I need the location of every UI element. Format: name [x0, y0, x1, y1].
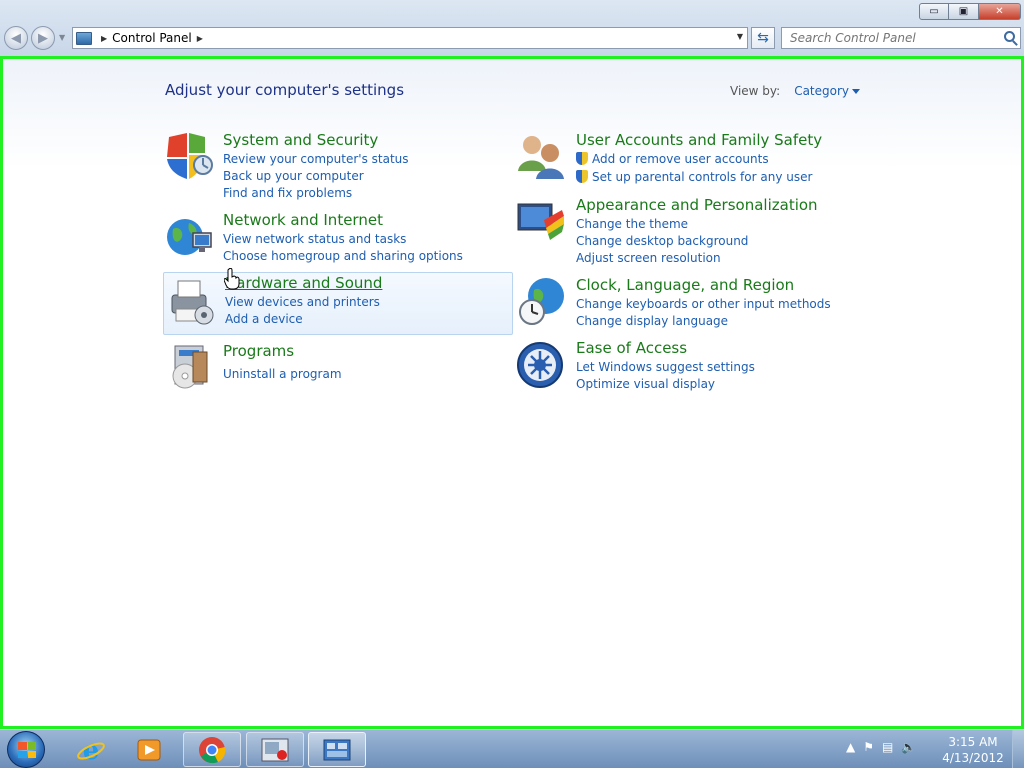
- forward-arrow-icon: ▶: [38, 30, 48, 46]
- clock-language-link[interactable]: Clock, Language, and Region: [576, 276, 794, 294]
- internet-explorer-icon: e: [77, 736, 105, 765]
- category-system-security: System and Security Review your computer…: [163, 131, 513, 201]
- back-arrow-icon: ◀: [11, 30, 21, 46]
- network-globe-icon[interactable]: [163, 211, 213, 261]
- optimize-display-link[interactable]: Optimize visual display: [576, 376, 755, 393]
- category-programs: Programs Uninstall a program: [163, 342, 513, 392]
- taskbar-internet-explorer[interactable]: e: [62, 732, 120, 767]
- chrome-icon: [199, 736, 226, 763]
- chevron-down-icon[interactable]: [852, 89, 861, 94]
- recent-pages-dropdown[interactable]: ▼: [59, 33, 65, 42]
- clock-time: 3:15 AM: [948, 735, 998, 749]
- recorder-icon: [261, 738, 289, 761]
- start-button[interactable]: [7, 731, 45, 768]
- user-accounts-link[interactable]: User Accounts and Family Safety: [576, 131, 822, 149]
- ease-of-access-link[interactable]: Ease of Access: [576, 339, 687, 357]
- appearance-link[interactable]: Appearance and Personalization: [576, 196, 818, 214]
- hand-cursor-icon: [224, 268, 240, 290]
- search-icon[interactable]: [1004, 31, 1015, 42]
- view-by-label: View by:: [730, 84, 781, 98]
- maximize-button[interactable]: ▣: [949, 3, 979, 20]
- screen-resolution-link[interactable]: Adjust screen resolution: [576, 250, 748, 267]
- system-security-link[interactable]: System and Security: [223, 131, 378, 149]
- svg-text:e: e: [83, 736, 100, 765]
- monitor-paint-icon[interactable]: [516, 196, 566, 246]
- clock-globe-icon[interactable]: [516, 276, 566, 326]
- users-icon[interactable]: [516, 131, 566, 181]
- refresh-icon: ⇆: [757, 30, 769, 46]
- refresh-button[interactable]: ⇆: [751, 27, 775, 49]
- programs-link[interactable]: Programs: [223, 342, 294, 360]
- parental-controls-link[interactable]: Set up parental controls for any user: [576, 169, 812, 186]
- close-button[interactable]: ✕: [979, 3, 1021, 20]
- category-clock-language: Clock, Language, and Region Change keybo…: [516, 276, 866, 332]
- taskbar: e ▲ ⚑ ▤ 🔈 3:15 AM 4/13/2012: [0, 729, 1024, 768]
- breadcrumb-control-panel[interactable]: Control Panel: [112, 31, 192, 45]
- printer-icon[interactable]: [166, 277, 216, 327]
- search-input[interactable]: [782, 28, 992, 48]
- volume-icon[interactable]: 🔈: [901, 740, 916, 754]
- category-hardware-sound[interactable]: Hardware and Sound View devices and prin…: [163, 272, 513, 335]
- taskbar-control-panel[interactable]: [308, 732, 366, 767]
- media-player-icon: [137, 739, 161, 760]
- address-bar[interactable]: ▶ Control Panel ▶ ▼: [72, 27, 748, 49]
- show-hidden-icons-icon[interactable]: ▲: [846, 740, 855, 754]
- uac-shield-icon: [576, 152, 588, 165]
- breadcrumb-separator-icon[interactable]: ▶: [197, 34, 203, 43]
- search-box[interactable]: [781, 27, 1021, 49]
- suggest-settings-link[interactable]: Let Windows suggest settings: [576, 359, 755, 376]
- uninstall-program-link[interactable]: Uninstall a program: [223, 366, 342, 383]
- category-user-accounts: User Accounts and Family Safety Add or r…: [516, 131, 866, 187]
- windows-logo-icon: [18, 742, 36, 758]
- page-title: Adjust your computer's settings: [165, 81, 405, 99]
- change-theme-link[interactable]: Change the theme: [576, 216, 748, 233]
- uac-shield-icon: [576, 170, 588, 183]
- control-panel-icon: [323, 739, 351, 760]
- ease-of-access-icon[interactable]: [516, 339, 566, 389]
- window-titlebar: ▭ ▣ ✕ ◀ ▶ ▼ ▶ Control Panel ▶ ▼ ⇆: [0, 0, 1024, 58]
- change-keyboards-link[interactable]: Change keyboards or other input methods: [576, 296, 831, 313]
- category-network-internet: Network and Internet View network status…: [163, 211, 513, 263]
- minimize-button[interactable]: ▭: [919, 3, 949, 20]
- window-controls: ▭ ▣ ✕: [919, 3, 1021, 20]
- programs-icon[interactable]: [163, 342, 213, 392]
- homegroup-sharing-link[interactable]: Choose homegroup and sharing options: [223, 248, 463, 265]
- network-icon[interactable]: ▤: [882, 740, 893, 754]
- back-up-computer-link[interactable]: Back up your computer: [223, 168, 409, 185]
- show-desktop-button[interactable]: [1012, 730, 1024, 768]
- review-status-link[interactable]: Review your computer's status: [223, 151, 409, 168]
- view-by: View by: Category: [730, 84, 861, 98]
- taskbar-media-player[interactable]: [120, 732, 178, 767]
- network-internet-link[interactable]: Network and Internet: [223, 211, 383, 229]
- display-language-link[interactable]: Change display language: [576, 313, 831, 330]
- taskbar-chrome[interactable]: [183, 732, 241, 767]
- find-fix-problems-link[interactable]: Find and fix problems: [223, 185, 409, 202]
- taskbar-clock[interactable]: 3:15 AM 4/13/2012: [938, 734, 1008, 766]
- category-appearance: Appearance and Personalization Change th…: [516, 196, 866, 266]
- add-device-link[interactable]: Add a device: [225, 311, 380, 328]
- system-tray: ▲ ⚑ ▤ 🔈: [846, 740, 916, 754]
- view-by-dropdown[interactable]: Category: [794, 84, 861, 98]
- action-center-flag-icon[interactable]: ⚑: [863, 740, 874, 754]
- control-panel-content: Adjust your computer's settings View by:…: [0, 56, 1024, 729]
- breadcrumb-separator-icon[interactable]: ▶: [101, 34, 107, 43]
- control-panel-icon: [76, 31, 92, 45]
- add-remove-accounts-link[interactable]: Add or remove user accounts: [576, 151, 812, 168]
- address-dropdown-icon[interactable]: ▼: [737, 32, 743, 41]
- back-button[interactable]: ◀: [4, 26, 28, 50]
- view-network-status-link[interactable]: View network status and tasks: [223, 231, 463, 248]
- category-ease-of-access: Ease of Access Let Windows suggest setti…: [516, 339, 866, 395]
- view-devices-printers-link[interactable]: View devices and printers: [225, 294, 380, 311]
- clock-date: 4/13/2012: [942, 751, 1004, 765]
- shield-icon[interactable]: [163, 131, 213, 181]
- hardware-sound-link[interactable]: Hardware and Sound: [225, 274, 382, 292]
- forward-button[interactable]: ▶: [31, 26, 55, 50]
- change-background-link[interactable]: Change desktop background: [576, 233, 748, 250]
- taskbar-recorder[interactable]: [246, 732, 304, 767]
